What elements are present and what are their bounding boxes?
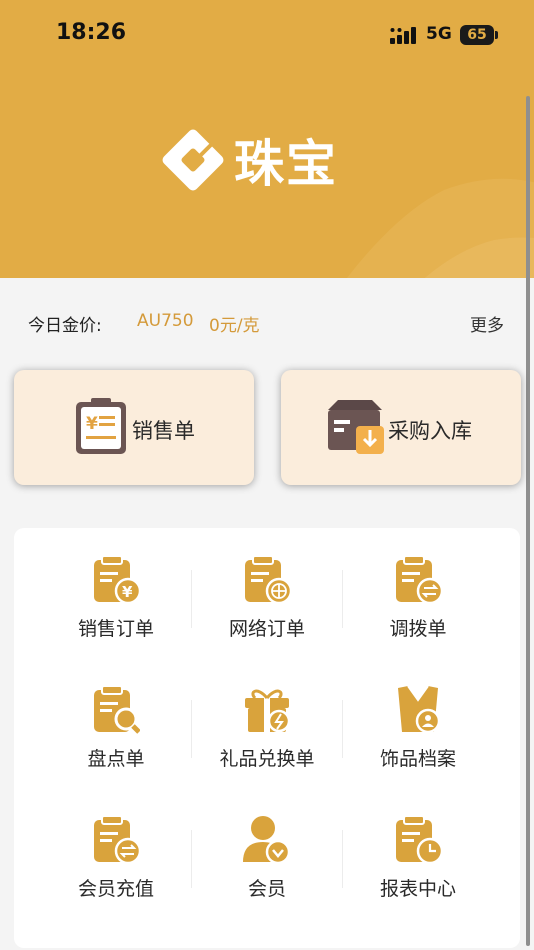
grid-label: 会员 bbox=[247, 878, 286, 900]
more-link[interactable]: 更多 bbox=[470, 311, 504, 336]
jewelry-archive-icon bbox=[398, 685, 441, 734]
inventory-check-icon bbox=[94, 685, 140, 734]
grid-label: 销售订单 bbox=[77, 618, 154, 640]
gold-price-code: AU750 bbox=[137, 311, 194, 331]
grid-label: 会员充值 bbox=[77, 878, 154, 900]
receipt-icon: ¥ bbox=[76, 398, 126, 454]
sales-order-icon: ¥ bbox=[94, 555, 140, 604]
gold-price-value: 0元/克 bbox=[209, 316, 260, 336]
inbound-box-icon bbox=[328, 400, 384, 454]
grid-label: 调拨单 bbox=[389, 618, 447, 640]
member-recharge-icon bbox=[94, 815, 140, 864]
web-order-icon bbox=[245, 555, 291, 604]
grid-item-inventory-check[interactable]: 盘点单 bbox=[41, 684, 191, 784]
svg-text:¥: ¥ bbox=[86, 414, 98, 434]
status-time: 18:26 bbox=[56, 20, 127, 45]
status-bar: 18:26 5G 65 bbox=[0, 0, 534, 70]
grid-item-member[interactable]: 会员 bbox=[192, 814, 342, 914]
grid-item-gift-exchange[interactable]: 礼品兑换单 bbox=[192, 684, 342, 784]
sales-slip-card[interactable]: ¥ 销售单 bbox=[14, 370, 254, 485]
brand-logo: 珠宝 bbox=[160, 124, 338, 196]
grid-label: 盘点单 bbox=[87, 748, 145, 770]
grid-label: 饰品档案 bbox=[379, 748, 456, 770]
grid-item-transfer[interactable]: 调拨单 bbox=[343, 554, 493, 654]
purchase-inbound-label: 采购入库 bbox=[388, 419, 472, 443]
scrollbar[interactable] bbox=[526, 96, 530, 946]
gift-exchange-icon bbox=[245, 689, 291, 733]
brand-name: 珠宝 bbox=[234, 135, 338, 193]
svg-text:¥: ¥ bbox=[122, 583, 133, 601]
grid-label: 报表中心 bbox=[379, 878, 456, 900]
diamond-logo-icon bbox=[162, 129, 224, 191]
gold-price-bar: 今日金价: AU750 0元/克 更多 bbox=[0, 296, 534, 346]
battery-tip bbox=[495, 31, 498, 39]
gold-price-label: 今日金价: bbox=[28, 316, 102, 336]
grid-item-sales-order[interactable]: ¥ 销售订单 bbox=[41, 554, 191, 654]
battery-icon: 65 bbox=[460, 25, 494, 45]
function-grid: ¥ 销售订单 网络订单 调拨单 盘点单 礼品兑换单 饰品档案 会员充值 会员 报… bbox=[14, 528, 520, 948]
grid-item-jewelry-archive[interactable]: 饰品档案 bbox=[343, 684, 493, 784]
grid-label: 网络订单 bbox=[228, 618, 305, 640]
transfer-icon bbox=[396, 555, 442, 604]
grid-item-report[interactable]: 报表中心 bbox=[343, 814, 493, 914]
purchase-inbound-card[interactable]: 采购入库 bbox=[281, 370, 521, 485]
signal-icon bbox=[390, 27, 416, 44]
grid-label: 礼品兑换单 bbox=[219, 748, 315, 770]
grid-item-member-recharge[interactable]: 会员充值 bbox=[41, 814, 191, 914]
report-icon bbox=[396, 815, 442, 864]
grid-item-web-order[interactable]: 网络订单 bbox=[192, 554, 342, 654]
member-icon bbox=[243, 816, 291, 864]
sales-slip-label: 销售单 bbox=[132, 419, 195, 443]
network-type: 5G bbox=[426, 24, 452, 44]
